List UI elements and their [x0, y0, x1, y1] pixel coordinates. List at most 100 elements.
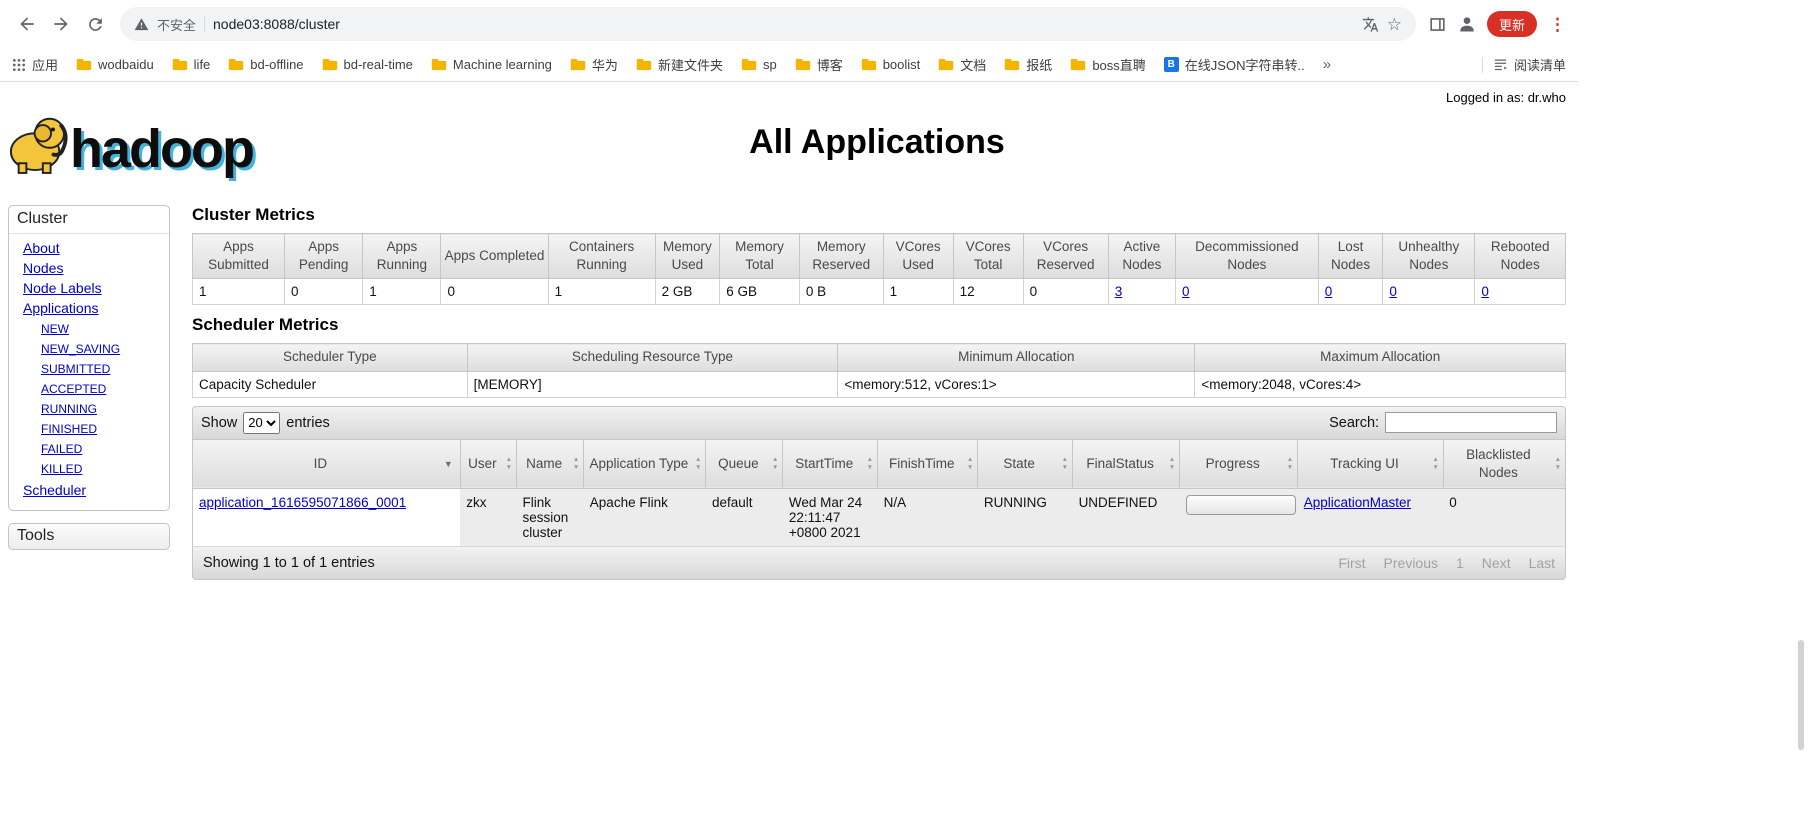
app-finishtime-cell: N/A [878, 489, 978, 547]
metric-header: Apps Submitted [193, 234, 285, 279]
app-tracking-cell: ApplicationMaster [1298, 489, 1444, 547]
sidebar-item-scheduler: Scheduler [23, 482, 169, 498]
sidebar-link[interactable]: About [23, 240, 60, 256]
metric-value: 1 [883, 279, 953, 305]
bookmark-star-icon[interactable]: ☆ [1387, 16, 1402, 33]
rebooted-nodes-link[interactable]: 0 [1481, 284, 1489, 299]
tools-section-header[interactable]: Tools [8, 523, 170, 550]
pagination-button[interactable]: Next [1482, 555, 1511, 571]
apps-col-name[interactable]: Name▲▼ [517, 439, 584, 488]
scheduler-metrics-title: Scheduler Metrics [192, 315, 1566, 335]
bookmarks-overflow-chevron[interactable]: » [1323, 56, 1331, 73]
bookmark-folder[interactable]: boss直聘 [1070, 55, 1145, 74]
metric-value: 0 [1023, 279, 1108, 305]
pagination-button[interactable]: Previous [1384, 555, 1438, 571]
app-state-link[interactable]: KILLED [41, 462, 82, 476]
browser-window: 不安全 node03:8088/cluster ☆ 更新 ⋮ 应用 [0, 0, 1578, 580]
page-size-select[interactable]: 20 [243, 412, 280, 434]
bookmark-folder[interactable]: Machine learning [431, 57, 552, 72]
address-bar[interactable]: 不安全 node03:8088/cluster ☆ [120, 7, 1416, 41]
app-id-cell: application_1616595071866_0001 [193, 489, 461, 547]
unhealthy-nodes-link[interactable]: 0 [1389, 284, 1397, 299]
bookmark-folder[interactable]: 华为 [570, 55, 618, 74]
scheduler-header: Scheduling Resource Type [467, 344, 838, 371]
scheduler-link[interactable]: Scheduler [23, 482, 86, 498]
sidebar-item: Node Labels [23, 280, 169, 296]
bookmark-folder[interactable]: 报纸 [1004, 55, 1052, 74]
side-panel-icon[interactable] [1428, 15, 1447, 34]
metric-value: 2 GB [655, 279, 720, 305]
metric-header: Rebooted Nodes [1475, 234, 1566, 279]
apps-shortcut[interactable]: 应用 [12, 55, 58, 74]
pagination-button[interactable]: 1 [1456, 555, 1464, 571]
folder-icon [938, 58, 954, 71]
bookmark-folder[interactable]: 文档 [938, 55, 986, 74]
bookmark-folder[interactable]: 新建文件夹 [636, 55, 723, 74]
browser-menu-icon[interactable]: ⋮ [1547, 16, 1568, 33]
cluster-nav-links: About Nodes Node Labels Applications [9, 240, 169, 316]
scheduler-header: Scheduler Type [193, 344, 468, 371]
refresh-button[interactable] [78, 7, 112, 41]
bookmark-folder[interactable]: bd-offline [228, 57, 303, 72]
security-label[interactable]: 不安全 [157, 15, 196, 34]
sort-icons: ▲▼ [967, 456, 973, 472]
bookmark-folder[interactable]: bd-real-time [322, 57, 413, 72]
app-user-cell: zkx [460, 489, 516, 547]
sidebar-link[interactable]: Nodes [23, 260, 63, 276]
bookmark-folder[interactable]: wodbaidu [76, 57, 154, 72]
apps-col-finalstatus[interactable]: FinalStatus▲▼ [1073, 439, 1180, 488]
reading-list-button[interactable]: 阅读清单 [1493, 55, 1566, 74]
reading-list-icon [1493, 57, 1508, 72]
metric-header: Apps Running [363, 234, 441, 279]
apps-col-queue[interactable]: Queue▲▼ [706, 439, 783, 488]
bookmark-folder[interactable]: sp [741, 57, 777, 72]
scheduler-value: Capacity Scheduler [193, 371, 468, 397]
pagination-button[interactable]: First [1338, 555, 1365, 571]
app-state-link[interactable]: FAILED [41, 442, 82, 456]
bookmarks-bar: 应用 wodbaidu life bd-offline [0, 48, 1578, 82]
page-title: All Applications [188, 107, 1566, 162]
application-row: application_1616595071866_0001 zkx Flink… [193, 489, 1566, 547]
sidebar-sub-item: RUNNING [41, 400, 169, 416]
apps-col-progress[interactable]: Progress▲▼ [1180, 439, 1298, 488]
show-label: Show [201, 415, 237, 431]
bookmark-folder[interactable]: life [172, 57, 211, 72]
translate-icon[interactable] [1362, 16, 1379, 33]
app-state-link[interactable]: RUNNING [41, 402, 97, 416]
sidebar-link[interactable]: Node Labels [23, 280, 102, 296]
forward-button[interactable] [44, 7, 78, 41]
app-state-link[interactable]: SUBMITTED [41, 362, 110, 376]
bookmark-folder[interactable]: 博客 [795, 55, 843, 74]
scheduler-header: Maximum Allocation [1195, 344, 1566, 371]
apps-col-blacklisted-nodes[interactable]: Blacklisted Nodes▲▼ [1443, 439, 1565, 488]
app-state-link[interactable]: NEW [41, 322, 69, 336]
apps-col-tracking-ui[interactable]: Tracking UI▲▼ [1298, 439, 1444, 488]
app-state-link[interactable]: FINISHED [41, 422, 97, 436]
metric-header: Unhealthy Nodes [1383, 234, 1475, 279]
app-state-link[interactable]: ACCEPTED [41, 382, 106, 396]
apps-col-finishtime[interactable]: FinishTime▲▼ [878, 439, 978, 488]
bookmark-json-tool[interactable]: B 在线JSON字符串转.. [1164, 55, 1305, 74]
active-nodes-link[interactable]: 3 [1115, 284, 1123, 299]
chrome-update-button[interactable]: 更新 [1487, 11, 1537, 37]
search-input[interactable] [1385, 412, 1557, 433]
application-id-link[interactable]: application_1616595071866_0001 [199, 495, 406, 510]
metric-header: Containers Running [548, 234, 655, 279]
apps-col-state[interactable]: State▲▼ [978, 439, 1073, 488]
logged-in-text: Logged in as: dr.who [8, 90, 1566, 105]
sidebar-link[interactable]: Applications [23, 300, 99, 316]
apps-col-starttime[interactable]: StartTime▲▼ [783, 439, 878, 488]
lost-nodes-link[interactable]: 0 [1325, 284, 1333, 299]
cluster-metrics-title: Cluster Metrics [192, 205, 1566, 225]
app-state-link[interactable]: NEW_SAVING [41, 342, 120, 356]
apps-col-application-type[interactable]: Application Type▲▼ [584, 439, 706, 488]
back-button[interactable] [10, 7, 44, 41]
decommissioned-nodes-link[interactable]: 0 [1182, 284, 1190, 299]
apps-col-user[interactable]: User▲▼ [460, 439, 516, 488]
apps-col-id[interactable]: ID▼ [193, 439, 461, 488]
application-master-link[interactable]: ApplicationMaster [1304, 495, 1411, 510]
pagination-button[interactable]: Last [1529, 555, 1555, 571]
url-text[interactable]: node03:8088/cluster [213, 16, 340, 32]
bookmark-folder[interactable]: boolist [861, 57, 921, 72]
profile-avatar-icon[interactable] [1457, 14, 1477, 34]
